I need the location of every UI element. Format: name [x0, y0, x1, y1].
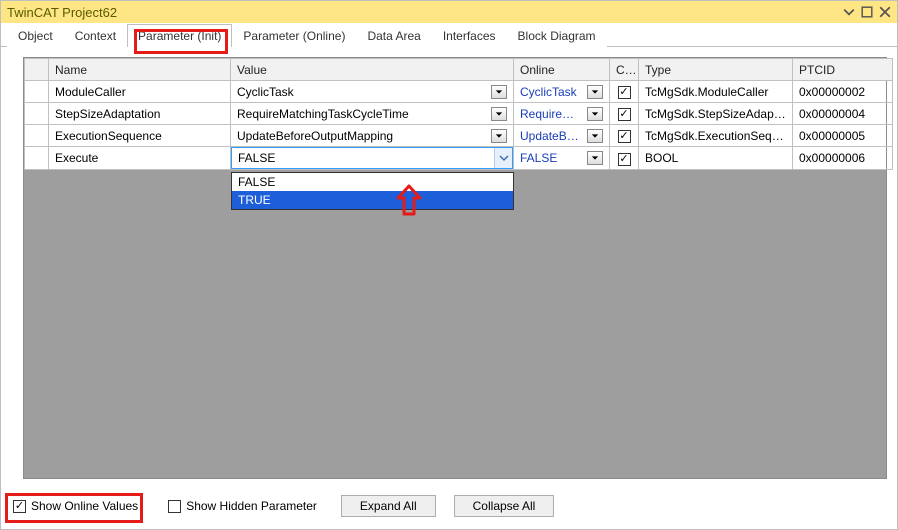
cell-value-editing[interactable]: FALSE [231, 147, 514, 170]
cell-type: TcMgSdk.ModuleCaller [639, 81, 793, 103]
dropdown-option-true[interactable]: TRUE [232, 191, 513, 209]
window-buttons [843, 6, 891, 18]
cell-cs[interactable] [610, 81, 639, 103]
value-editor-dropdown-icon[interactable] [494, 148, 512, 168]
header-value[interactable]: Value [231, 59, 514, 81]
tab-data-area[interactable]: Data Area [356, 24, 431, 47]
parameter-grid-area: Name Value Online CS Type PTCID ModuleCa… [23, 57, 887, 479]
header-cs[interactable]: CS [610, 59, 639, 81]
cell-ptcid: 0x00000005 [793, 125, 893, 147]
parameter-table: Name Value Online CS Type PTCID ModuleCa… [24, 58, 893, 170]
cs-checkbox[interactable] [618, 153, 631, 166]
dropdown-icon[interactable] [843, 6, 855, 18]
cell-online[interactable]: UpdateBefo... [514, 125, 610, 147]
expand-cell[interactable] [25, 125, 49, 147]
cell-name: StepSizeAdaptation [49, 103, 231, 125]
cs-checkbox[interactable] [618, 86, 631, 99]
collapse-all-button[interactable]: Collapse All [454, 495, 555, 517]
show-hidden-parameter-checkbox[interactable]: Show Hidden Parameter [162, 495, 323, 517]
cs-checkbox[interactable] [618, 108, 631, 121]
dropdown-option-false[interactable]: FALSE [232, 173, 513, 191]
expand-cell[interactable] [25, 103, 49, 125]
header-type[interactable]: Type [639, 59, 793, 81]
cell-cs[interactable] [610, 103, 639, 125]
close-icon[interactable] [879, 6, 891, 18]
cell-type: TcMgSdk.ExecutionSequen... [639, 125, 793, 147]
cell-online[interactable]: RequireMatc... [514, 103, 610, 125]
header-row: Name Value Online CS Type PTCID [25, 59, 893, 81]
table-row[interactable]: ModuleCaller CyclicTask CyclicTask TcMgS… [25, 81, 893, 103]
cell-online[interactable]: FALSE [514, 147, 610, 170]
cell-online[interactable]: CyclicTask [514, 81, 610, 103]
show-hidden-parameter-label: Show Hidden Parameter [186, 499, 317, 513]
cell-value[interactable]: CyclicTask [231, 81, 514, 103]
value-editor-text[interactable]: FALSE [232, 148, 494, 168]
titlebar: TwinCAT Project62 [1, 1, 897, 23]
tab-interfaces[interactable]: Interfaces [432, 24, 507, 47]
value-editor[interactable]: FALSE [231, 147, 513, 169]
tab-context[interactable]: Context [64, 24, 127, 47]
value-dropdown-list[interactable]: FALSE TRUE [231, 172, 514, 210]
bottom-bar: Show Online Values Show Hidden Parameter… [7, 495, 891, 517]
value-dropdown-icon[interactable] [491, 129, 507, 143]
tab-bar: Object Context Parameter (Init) Paramete… [1, 23, 897, 47]
cell-value[interactable]: UpdateBeforeOutputMapping [231, 125, 514, 147]
cell-ptcid: 0x00000002 [793, 81, 893, 103]
cell-name: ExecutionSequence [49, 125, 231, 147]
value-text: CyclicTask [237, 85, 294, 99]
cell-ptcid: 0x00000006 [793, 147, 893, 170]
value-dropdown-icon[interactable] [491, 107, 507, 121]
online-dropdown-icon[interactable] [587, 129, 603, 143]
tab-parameter-online[interactable]: Parameter (Online) [232, 24, 356, 47]
tab-block-diagram[interactable]: Block Diagram [507, 24, 607, 47]
cs-checkbox[interactable] [618, 130, 631, 143]
cell-cs[interactable] [610, 147, 639, 170]
online-dropdown-icon[interactable] [587, 151, 603, 165]
expand-all-button[interactable]: Expand All [341, 495, 436, 517]
table-row[interactable]: StepSizeAdaptation RequireMatchingTaskCy… [25, 103, 893, 125]
cell-cs[interactable] [610, 125, 639, 147]
show-online-values-label: Show Online Values [31, 499, 138, 513]
header-name[interactable]: Name [49, 59, 231, 81]
header-ptcid[interactable]: PTCID [793, 59, 893, 81]
online-dropdown-icon[interactable] [587, 107, 603, 121]
header-online[interactable]: Online [514, 59, 610, 81]
show-online-values-checkbox[interactable]: Show Online Values [7, 495, 144, 517]
cell-value[interactable]: RequireMatchingTaskCycleTime [231, 103, 514, 125]
online-text: CyclicTask [520, 85, 577, 99]
value-text: UpdateBeforeOutputMapping [237, 129, 393, 143]
tab-object[interactable]: Object [7, 24, 64, 47]
checkbox-icon [168, 500, 181, 513]
header-expand[interactable] [25, 59, 49, 81]
online-text: FALSE [520, 151, 557, 165]
tab-parameter-init[interactable]: Parameter (Init) [127, 24, 232, 47]
checkbox-icon [13, 500, 26, 513]
cell-name: Execute [49, 147, 231, 170]
table-row[interactable]: Execute FALSE FALSE BOOL 0x00000006 [25, 147, 893, 170]
expand-cell[interactable] [25, 147, 49, 170]
value-dropdown-icon[interactable] [491, 85, 507, 99]
table-row[interactable]: ExecutionSequence UpdateBeforeOutputMapp… [25, 125, 893, 147]
maximize-icon[interactable] [861, 6, 873, 18]
value-text: RequireMatchingTaskCycleTime [237, 107, 409, 121]
parameter-grid: Name Value Online CS Type PTCID ModuleCa… [24, 58, 886, 170]
online-dropdown-icon[interactable] [587, 85, 603, 99]
cell-name: ModuleCaller [49, 81, 231, 103]
cell-ptcid: 0x00000004 [793, 103, 893, 125]
online-text: RequireMatc... [520, 107, 583, 121]
window-title: TwinCAT Project62 [7, 5, 117, 20]
cell-type: BOOL [639, 147, 793, 170]
annotation-arrow-icon [396, 184, 422, 219]
cell-type: TcMgSdk.StepSizeAdaptati... [639, 103, 793, 125]
window-root: TwinCAT Project62 Object Context Paramet… [0, 0, 898, 530]
expand-cell[interactable] [25, 81, 49, 103]
online-text: UpdateBefo... [520, 129, 583, 143]
